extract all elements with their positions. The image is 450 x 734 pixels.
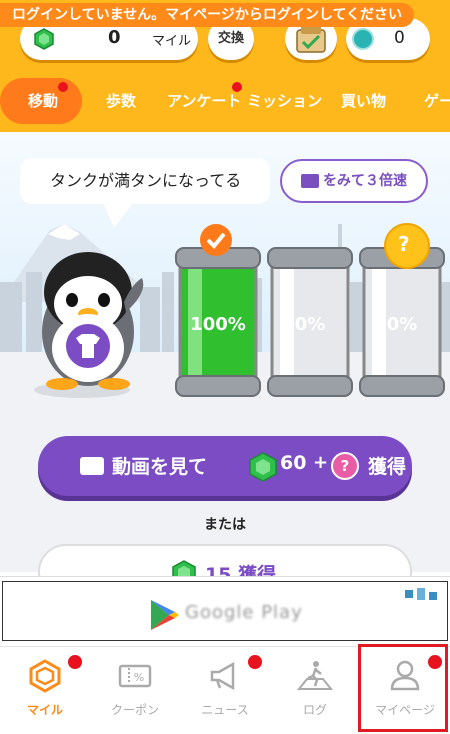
nav-badge xyxy=(248,655,262,669)
video-icon xyxy=(80,457,104,475)
tab-label: 歩数 xyxy=(106,92,137,110)
tab-steps[interactable]: 歩数 xyxy=(106,78,136,124)
ad-banner[interactable]: Google Play xyxy=(0,576,450,644)
watch-video-get-button[interactable]: 動画を見て 60 + ? 獲得 xyxy=(38,436,412,496)
nav-badge xyxy=(68,655,82,669)
tab-game[interactable]: ゲー xyxy=(424,78,450,124)
walking-log-icon xyxy=(297,661,333,690)
tab-badge xyxy=(58,82,68,92)
megaphone-icon xyxy=(210,661,235,691)
video-gem-amount: 60 xyxy=(280,452,307,474)
tab-label: 買い物 xyxy=(341,92,387,110)
nav-coupon[interactable]: % クーポン xyxy=(90,647,180,734)
nav-log[interactable]: ログ xyxy=(270,647,360,734)
tab-shopping[interactable]: 買い物 xyxy=(341,78,386,124)
tab-move[interactable]: 移動 xyxy=(0,78,83,124)
mypage-highlight-box xyxy=(358,644,448,732)
tank-2-level: 0% xyxy=(294,314,326,335)
ad-choices-icon[interactable] xyxy=(403,586,439,602)
google-play-logo-icon xyxy=(151,600,179,630)
tab-label: ゲー xyxy=(424,92,450,110)
ad-frame: Google Play xyxy=(2,581,448,641)
video-get-label: 獲得 xyxy=(368,456,407,478)
coin-value: 0 xyxy=(394,28,405,48)
green-gem-icon xyxy=(249,452,277,482)
login-notice-banner[interactable]: ログインしていません。マイページからログインしてください xyxy=(0,3,415,27)
nav-label: ログ xyxy=(302,703,327,717)
tab-mission[interactable]: ミッション xyxy=(247,78,322,124)
tank-1-level: 100% xyxy=(190,314,246,335)
tank-gauges xyxy=(175,223,445,397)
tab-label: ミッション xyxy=(247,92,323,110)
plus-sign: + xyxy=(313,452,329,473)
ad-text: Google Play xyxy=(185,602,303,623)
tank-3-level: 0% xyxy=(386,314,418,335)
tab-label: アンケート xyxy=(167,92,242,110)
nav-label: ニュース xyxy=(201,703,249,717)
nav-label: クーポン xyxy=(110,703,159,717)
tank-1 xyxy=(175,224,261,397)
mystery-bonus-icon: ? xyxy=(331,452,359,480)
coin-icon xyxy=(352,28,374,50)
question-icon: ? xyxy=(398,232,410,256)
watch-video-label: 動画を見て xyxy=(112,456,208,478)
mile-hex-icon xyxy=(29,659,61,693)
tank-scene: タンクが満タンになってる をみて３倍速 100% 0% 0% ? xyxy=(0,132,450,572)
coupon-icon: % xyxy=(118,664,152,688)
svg-text:%: % xyxy=(134,671,144,684)
tab-survey[interactable]: アンケート xyxy=(167,78,241,124)
nav-label: マイル xyxy=(26,703,63,717)
category-tabs: 移動 歩数 アンケート ミッション 買い物 ゲー xyxy=(0,78,450,124)
or-divider-text: または xyxy=(204,517,246,533)
tab-badge xyxy=(232,82,242,92)
tab-label: 移動 xyxy=(28,92,59,110)
miles-value: 0 xyxy=(108,27,121,48)
green-gem-icon xyxy=(34,28,54,50)
miles-unit: マイル xyxy=(152,34,192,49)
